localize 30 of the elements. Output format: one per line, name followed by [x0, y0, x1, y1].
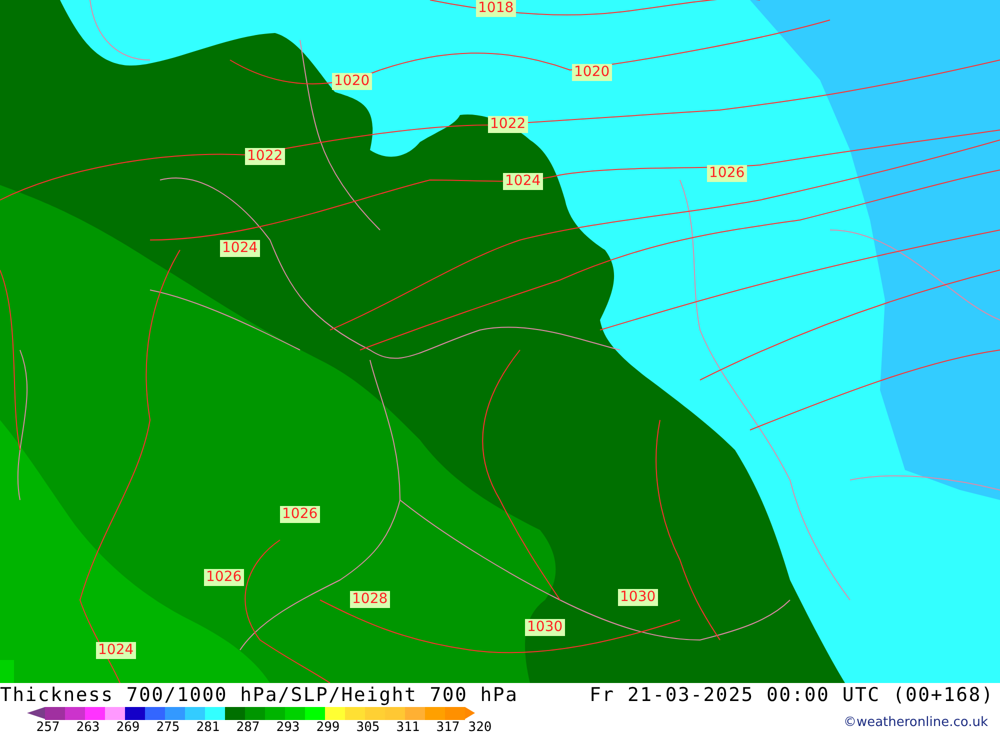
isobar-label: 1030	[525, 619, 565, 636]
legend-tick-label: 287	[235, 720, 261, 733]
isobar-label: 1026	[707, 165, 747, 182]
legend-tick-label: 281	[195, 720, 221, 733]
isobar-label: 1024	[220, 240, 260, 257]
legend-tick-label: 317	[435, 720, 461, 733]
isobar-label: 1020	[332, 73, 372, 90]
valid-time: Fr 21-03-2025 00:00 UTC (00+168)	[590, 684, 994, 706]
legend-tick-label: 257	[35, 720, 61, 733]
copyright-text: ©weatheronline.co.uk	[843, 715, 988, 730]
legend-high-arrow-icon	[465, 707, 475, 719]
legend-tick-label: 320	[467, 720, 493, 733]
legend-tick-label: 299	[315, 720, 341, 733]
legend-tick-label: 275	[155, 720, 181, 733]
isobar-label: 1020	[572, 64, 612, 81]
isobar-label: 1026	[280, 506, 320, 523]
legend-tick-label: 269	[115, 720, 141, 733]
isobar-label: 1026	[204, 569, 244, 586]
isobar-label: 1024	[503, 173, 543, 190]
isobar-label: 1022	[488, 116, 528, 133]
isobar-label: 1030	[618, 589, 658, 606]
legend-tick-label: 311	[395, 720, 421, 733]
map-title: Thickness 700/1000 hPa/SLP/Height 700 hPa	[0, 684, 518, 706]
isobar-label: 1024	[96, 642, 136, 659]
isobar-label: 1022	[245, 148, 285, 165]
legend-tick-label: 263	[75, 720, 101, 733]
legend-tick-label: 305	[355, 720, 381, 733]
legend-tick-label: 293	[275, 720, 301, 733]
isobar-label: 1018	[476, 0, 516, 17]
isobar-label: 1028	[350, 591, 390, 608]
